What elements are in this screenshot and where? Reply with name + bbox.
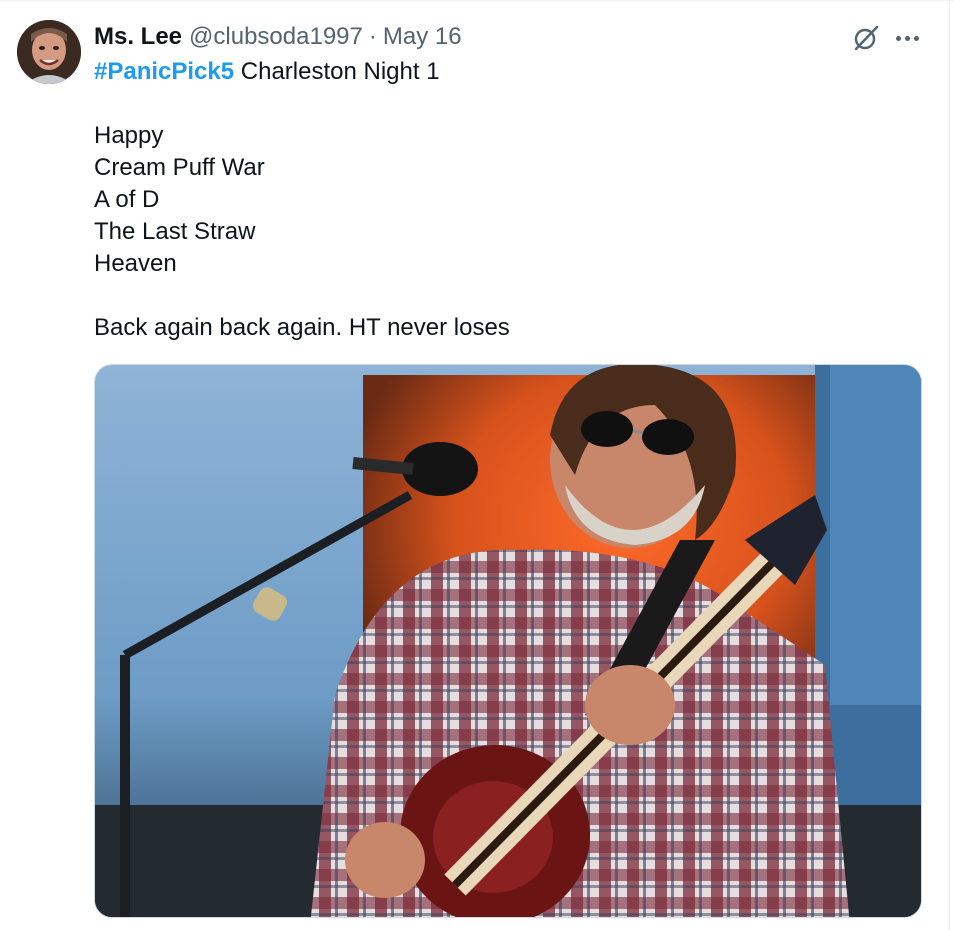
- top-divider: [0, 0, 954, 1]
- avatar[interactable]: [17, 20, 81, 84]
- setlist-song: A of D: [94, 186, 160, 213]
- tweet-text: #PanicPick5 Charleston Night 1 Happy Cre…: [94, 56, 924, 344]
- title-line: #PanicPick5 Charleston Night 1: [94, 56, 924, 88]
- tweet[interactable]: Ms. Lee @clubsoda1997 · May 16 #PanicPic…: [94, 20, 924, 344]
- user-handle[interactable]: @clubsoda1997: [189, 20, 363, 54]
- setlist-song: Happy: [94, 122, 164, 149]
- more-horizontal-icon[interactable]: [896, 22, 919, 54]
- dot-icon: [905, 35, 910, 41]
- right-divider: [949, 0, 950, 930]
- closing-line: Back again back again. HT never loses: [94, 314, 510, 341]
- tweet-photo[interactable]: [94, 364, 922, 918]
- setlist-song: The Last Straw: [94, 218, 256, 245]
- display-name[interactable]: Ms. Lee: [94, 20, 182, 54]
- setlist-song: Cream Puff War: [94, 154, 265, 181]
- tweet-date[interactable]: May 16: [383, 20, 462, 54]
- grok-icon[interactable]: [850, 22, 882, 54]
- photo-guitarist-icon: [95, 365, 921, 917]
- hashtag-link[interactable]: #PanicPick5: [94, 58, 234, 85]
- title-text: Charleston Night 1: [234, 58, 440, 85]
- profile-photo-icon: [17, 20, 81, 84]
- dot-icon: [914, 35, 919, 41]
- setlist-song: Heaven: [94, 250, 177, 277]
- separator-dot: ·: [368, 23, 377, 50]
- tweet-actions-top: [850, 22, 919, 54]
- dot-icon: [896, 35, 901, 41]
- tweet-header: Ms. Lee @clubsoda1997 · May 16: [94, 20, 924, 54]
